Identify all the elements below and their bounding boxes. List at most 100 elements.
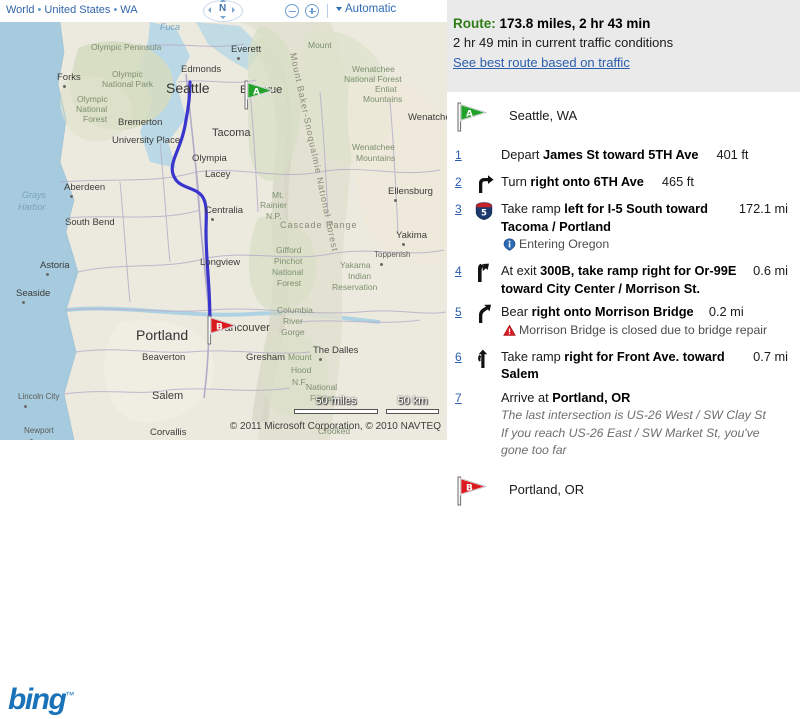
compass-pan-down-arrow[interactable] — [220, 16, 226, 19]
map-view-mode-label: Automatic — [345, 3, 397, 15]
step-body: Arrive at Portland, OR The last intersect… — [501, 389, 792, 460]
step-note: Morrison Bridge is closed due to bridge … — [501, 322, 788, 342]
step-number[interactable]: 4 — [455, 262, 473, 278]
start-marker[interactable]: A — [242, 80, 276, 110]
map-attribution: © 2011 Microsoft Corporation, © 2010 NAV… — [229, 421, 441, 432]
map-city-dot — [402, 243, 405, 246]
compass-rose[interactable]: N — [200, 0, 246, 23]
map-city-dot — [30, 439, 33, 440]
step-body: Take ramp left for I-5 South toward Taco… — [501, 200, 792, 256]
breadcrumb-separator: • — [113, 4, 118, 16]
step-number[interactable]: 3 — [455, 200, 473, 216]
step-instruction-prefix: Turn — [501, 174, 531, 189]
step-number[interactable]: 6 — [455, 348, 473, 364]
chevron-down-icon — [336, 6, 342, 11]
map-city-dot — [211, 218, 214, 221]
compass-pan-right-arrow[interactable] — [232, 7, 235, 13]
step-instruction: At exit 300B, take ramp right for Or-99E… — [501, 262, 738, 297]
step-distance: 401 ft — [716, 147, 749, 162]
map-column: World • United States • WA N Automatic F… — [0, 0, 447, 719]
scale-km: 50 km — [386, 395, 439, 414]
bing-logo-tm: ™ — [65, 690, 74, 700]
step-instruction-emphasis: right onto Morrison Bridge — [531, 304, 694, 319]
compass-pan-left-arrow[interactable] — [208, 7, 211, 13]
directions-steps-area: A Seattle, WA 1 Depart James St toward 5T… — [447, 92, 800, 719]
ramp-straight-icon — [473, 348, 501, 369]
svg-text:A: A — [253, 88, 260, 98]
breadcrumb-united-states[interactable]: United States — [44, 4, 110, 16]
route-summary-headline: Route: 173.8 miles, 2 hr 43 min — [453, 14, 790, 33]
map-city-dot — [24, 405, 27, 408]
zoom-out-icon[interactable] — [285, 4, 299, 18]
end-marker[interactable]: B — [205, 315, 239, 345]
step-note: The last intersection is US-26 West / SW… — [501, 407, 788, 424]
bing-logo[interactable]: bing™ — [8, 680, 74, 716]
direction-step[interactable]: 3 5 Take ramp left for I-5 South toward Ta… — [447, 197, 800, 259]
compass-pan-up-arrow[interactable] — [220, 0, 226, 2]
step-instruction-prefix: Bear — [501, 304, 532, 319]
step-number[interactable]: 1 — [455, 146, 473, 162]
map-city-dot — [70, 195, 73, 198]
scale-km-label: 50 km — [397, 395, 428, 407]
step-instruction: Turn right onto 6TH Ave — [501, 173, 644, 191]
direction-step[interactable]: 1 Depart James St toward 5TH Ave 401 ft — [447, 143, 800, 170]
step-instruction-prefix: Arrive at — [501, 389, 553, 405]
destination-label: Portland, OR — [509, 482, 585, 497]
step-distance: 0.7 mi — [753, 348, 788, 364]
info-icon — [503, 238, 517, 256]
see-best-route-link[interactable]: See best route based on traffic — [453, 53, 790, 73]
map-city-dot — [237, 57, 240, 60]
interstate-5-shield-icon: 5 — [473, 200, 501, 221]
direction-step[interactable]: 7 Arrive at Portland, OR The last intersec… — [447, 386, 800, 463]
step-distance: 172.1 mi — [738, 201, 788, 216]
step-number[interactable]: 2 — [455, 173, 473, 189]
svg-text:B: B — [216, 323, 223, 333]
map-graphic — [0, 22, 447, 440]
direction-step[interactable]: 4 At exit 300B, take ramp right for Or-99… — [447, 259, 800, 300]
breadcrumb-world[interactable]: World — [6, 4, 35, 16]
step-number[interactable]: 7 — [455, 389, 473, 405]
map-city-dot — [394, 199, 397, 202]
map-city-dot — [380, 263, 383, 266]
bear-right-icon — [473, 303, 501, 324]
breadcrumb-wa[interactable]: WA — [120, 4, 137, 16]
map-city-dot — [46, 273, 49, 276]
destination-flag-icon: B — [455, 476, 491, 511]
direction-step[interactable]: 2 Turn right onto 6TH Ave 465 ft — [447, 170, 800, 197]
step-instruction: Take ramp right for Front Ave. toward Sa… — [501, 348, 738, 383]
scale-miles-bar — [294, 409, 378, 414]
step-instruction-emphasis: Portland, OR — [552, 389, 631, 405]
step-body: Depart James St toward 5TH Ave 401 ft — [501, 146, 792, 164]
step-note-text: Entering Oregon — [519, 237, 610, 251]
origin-flag-icon: A — [455, 102, 491, 137]
route-traffic-time: 2 hr 49 min in current traffic condition… — [453, 35, 674, 50]
compass-north-label: N — [219, 3, 227, 14]
scale-km-bar — [386, 409, 439, 414]
step-instruction-prefix: Take ramp — [501, 348, 565, 364]
map-canvas[interactable]: Forks Olympic Peninsula Olympic National Pa… — [0, 22, 447, 440]
warning-icon — [503, 324, 517, 342]
step-body: Turn right onto 6TH Ave 465 ft — [501, 173, 792, 191]
svg-text:5: 5 — [481, 208, 487, 218]
origin-label: Seattle, WA — [509, 108, 578, 123]
step-instruction: Bear right onto Morrison Bridge — [501, 303, 694, 321]
zoom-in-icon[interactable] — [305, 4, 319, 18]
step-note-text: If you reach US-26 East / SW Market St, … — [501, 426, 760, 457]
map-view-mode-select[interactable]: Automatic — [336, 3, 396, 15]
turn-right-icon — [473, 173, 501, 194]
step-number[interactable]: 5 — [455, 303, 473, 319]
step-body: Bear right onto Morrison Bridge 0.2 mi Mor… — [501, 303, 792, 342]
svg-text:B: B — [466, 484, 473, 494]
direction-step[interactable]: 6 Take ramp right for Front Ave. toward S… — [447, 345, 800, 386]
step-body: At exit 300B, take ramp right for Or-99E… — [501, 262, 792, 297]
svg-text:A: A — [466, 110, 473, 120]
step-instruction: Arrive at Portland, OR — [501, 389, 630, 407]
breadcrumb-separator: • — [37, 4, 42, 16]
step-note: If you reach US-26 East / SW Market St, … — [501, 425, 788, 459]
step-instruction-prefix: Take ramp — [501, 201, 565, 216]
step-distance: 0.2 mi — [708, 304, 744, 319]
step-distance: 0.6 mi — [753, 263, 788, 278]
step-instruction-prefix: At exit — [501, 263, 541, 278]
bing-logo-text: bing — [8, 683, 67, 716]
direction-step[interactable]: 5 Bear right onto Morrison Bridge 0.2 mi Mo… — [447, 300, 800, 345]
